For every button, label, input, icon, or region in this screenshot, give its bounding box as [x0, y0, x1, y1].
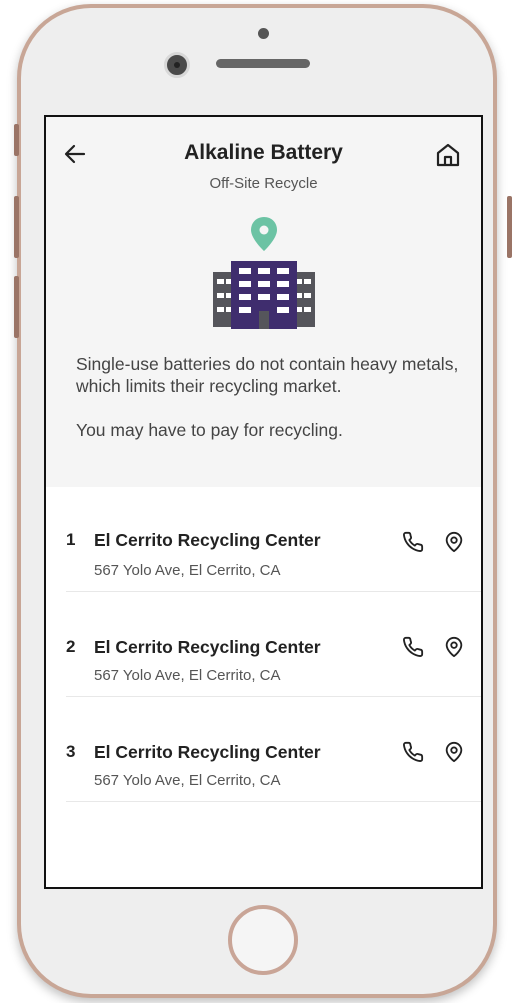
location-number: 3 [66, 742, 76, 761]
home-icon[interactable] [434, 141, 462, 169]
location-list: 1 El Cerrito Recycling Center 567 Yolo A… [46, 487, 481, 802]
map-pin-icon[interactable] [443, 636, 465, 658]
recycling-facility-illustration [213, 217, 315, 329]
location-name: El Cerrito Recycling Center [94, 742, 321, 762]
page-title: Alkaline Battery [184, 141, 343, 164]
list-item[interactable]: 1 El Cerrito Recycling Center 567 Yolo A… [66, 487, 481, 592]
map-pin-icon[interactable] [443, 741, 465, 763]
phone-icon[interactable] [402, 636, 424, 658]
side-button-volume-up [14, 196, 19, 258]
item-description: Single-use batteries do not contain heav… [76, 354, 459, 396]
side-button-mute [14, 124, 19, 156]
phone-icon[interactable] [402, 741, 424, 763]
location-number: 2 [66, 637, 76, 656]
front-sensor [258, 28, 269, 39]
list-item[interactable]: 2 El Cerrito Recycling Center 567 Yolo A… [66, 592, 481, 697]
list-item[interactable]: 3 El Cerrito Recycling Center 567 Yolo A… [66, 697, 481, 802]
app-screen: Alkaline Battery Off-Site Recycle Single… [44, 115, 483, 889]
map-pin-icon[interactable] [443, 531, 465, 553]
location-name: El Cerrito Recycling Center [94, 637, 321, 657]
side-button-volume-down [14, 276, 19, 338]
location-address: 567 Yolo Ave, El Cerrito, CA [94, 562, 281, 579]
phone-icon[interactable] [402, 531, 424, 553]
location-name: El Cerrito Recycling Center [94, 530, 321, 550]
front-camera [164, 52, 190, 78]
side-button-power [507, 196, 512, 258]
phone-home-button[interactable] [228, 905, 298, 975]
location-number: 1 [66, 530, 76, 549]
location-address: 567 Yolo Ave, El Cerrito, CA [94, 772, 281, 789]
cost-note: You may have to pay for recycling. [76, 420, 343, 440]
item-header-section: Alkaline Battery Off-Site Recycle Single… [46, 117, 481, 487]
location-address: 567 Yolo Ave, El Cerrito, CA [94, 667, 281, 684]
earpiece-speaker [216, 59, 310, 68]
page-subtitle: Off-Site Recycle [209, 175, 318, 192]
